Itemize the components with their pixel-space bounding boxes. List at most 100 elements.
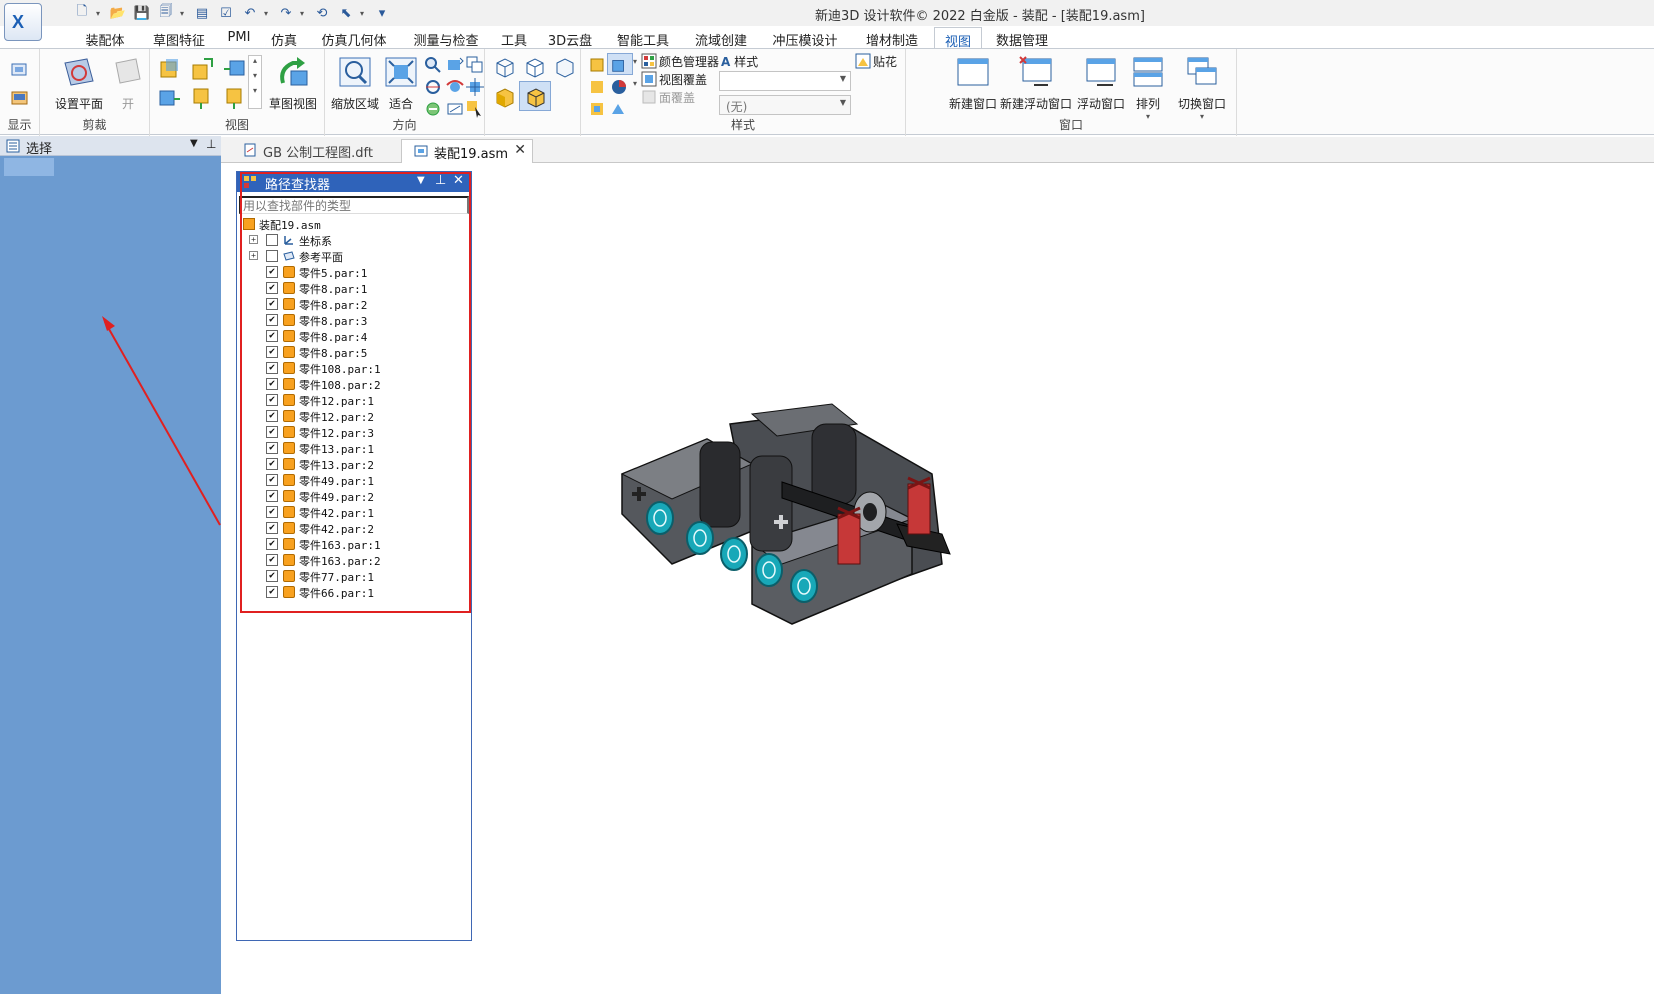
open-icon[interactable]: 📂 bbox=[108, 4, 128, 22]
sketch-view-button[interactable]: 草图视图 bbox=[262, 55, 324, 112]
tab-tools[interactable]: 工具 bbox=[492, 27, 536, 49]
open-clip-button[interactable]: 开 bbox=[110, 55, 146, 112]
decal-icon[interactable] bbox=[855, 53, 871, 69]
view-style-button[interactable] bbox=[607, 53, 633, 75]
shaded-icon[interactable] bbox=[493, 85, 517, 109]
tree-item-part[interactable]: ✔ 零件108.par:2 bbox=[239, 376, 471, 392]
tab-smart-tools[interactable]: 智能工具 bbox=[604, 27, 682, 49]
style-secondary-dropdown[interactable]: (无) ▼ bbox=[719, 95, 851, 115]
chevron-down-icon[interactable]: ▾ bbox=[264, 9, 272, 18]
spin-icon[interactable] bbox=[445, 77, 465, 97]
decal-label[interactable]: 贴花 bbox=[873, 53, 897, 70]
tab-simulation[interactable]: 仿真 bbox=[260, 27, 308, 49]
visibility-checkbox[interactable]: ✔ bbox=[266, 522, 278, 534]
chevron-down-icon[interactable]: ▾ bbox=[360, 9, 368, 18]
3d-viewport[interactable] bbox=[472, 164, 1654, 994]
save-icon[interactable]: 💾 bbox=[132, 4, 152, 22]
copy-view-icon[interactable] bbox=[465, 55, 485, 75]
visibility-checkbox[interactable]: ✔ bbox=[266, 458, 278, 470]
tab-assembly[interactable]: 装配体 bbox=[70, 27, 140, 49]
properties-icon[interactable]: ▤ bbox=[192, 4, 212, 22]
select-icon[interactable]: ⬉ bbox=[336, 4, 356, 22]
tab-sketch-features[interactable]: 草图特征 bbox=[140, 27, 218, 49]
tree-item-part[interactable]: ✔ 零件42.par:1 bbox=[239, 504, 471, 520]
view-left-icon[interactable] bbox=[158, 87, 182, 111]
display-panel-icon[interactable] bbox=[10, 89, 30, 109]
tree-folder-reference-planes[interactable]: + 参考平面 bbox=[239, 248, 471, 264]
tab-die-design[interactable]: 冲压模设计 bbox=[760, 27, 850, 49]
visibility-checkbox[interactable]: ✔ bbox=[266, 362, 278, 374]
tree-item-part[interactable]: ✔ 零件12.par:3 bbox=[239, 424, 471, 440]
tree-item-part[interactable]: ✔ 零件13.par:2 bbox=[239, 456, 471, 472]
chevron-down-icon[interactable]: ▾ bbox=[180, 9, 188, 18]
tab-data-management[interactable]: 数据管理 bbox=[982, 27, 1062, 49]
tab-additive[interactable]: 增材制造 bbox=[850, 27, 934, 49]
render-icon[interactable] bbox=[587, 55, 607, 75]
tree-item-part[interactable]: ✔ 零件77.par:1 bbox=[239, 568, 471, 584]
customize-icon[interactable]: ▾ bbox=[372, 4, 392, 22]
visibility-checkbox[interactable]: ✔ bbox=[266, 266, 278, 278]
chevron-down-icon[interactable]: ▾ bbox=[633, 79, 637, 88]
save-all-icon[interactable]: 🗐 bbox=[156, 4, 176, 22]
expand-icon[interactable]: ▾ bbox=[249, 86, 261, 95]
view-override-label[interactable]: 视图覆盖 bbox=[659, 71, 707, 88]
chevron-down-icon[interactable]: ▾ bbox=[300, 9, 308, 18]
tab-measure-inspect[interactable]: 测量与检查 bbox=[400, 27, 492, 49]
tree-item-part[interactable]: ✔ 零件12.par:1 bbox=[239, 392, 471, 408]
orbit-icon[interactable] bbox=[465, 77, 485, 97]
tree-item-part[interactable]: ✔ 零件8.par:1 bbox=[239, 280, 471, 296]
close-icon[interactable]: ✕ bbox=[453, 173, 464, 188]
tree-folder-coordinate-systems[interactable]: + 坐标系 bbox=[239, 232, 471, 248]
zoom-area-button[interactable]: 缩放区域 bbox=[327, 55, 383, 112]
new-icon[interactable]: 🗋 bbox=[72, 4, 92, 22]
visibility-checkbox[interactable] bbox=[266, 234, 278, 246]
chevron-down-icon[interactable]: ▾ bbox=[96, 9, 104, 18]
visibility-checkbox[interactable]: ✔ bbox=[266, 410, 278, 422]
tree-item-part[interactable]: ✔ 零件49.par:1 bbox=[239, 472, 471, 488]
color-manager-label[interactable]: 颜色管理器 bbox=[659, 53, 719, 70]
visibility-checkbox[interactable] bbox=[266, 250, 278, 262]
visibility-checkbox[interactable]: ✔ bbox=[266, 554, 278, 566]
tree-item-part[interactable]: ✔ 零件5.par:1 bbox=[239, 264, 471, 280]
floating-window-button[interactable]: 浮动窗口 bbox=[1074, 55, 1128, 112]
chevron-down-icon[interactable]: ▾ bbox=[633, 57, 637, 66]
visibility-checkbox[interactable]: ✔ bbox=[266, 378, 278, 390]
color-manager-icon[interactable] bbox=[641, 53, 657, 69]
view-front-icon[interactable] bbox=[158, 57, 182, 81]
repeat-icon[interactable]: ⟲ bbox=[312, 4, 332, 22]
path-finder-search-input[interactable] bbox=[239, 196, 469, 214]
zoom-icon[interactable] bbox=[423, 55, 443, 75]
view-override-icon[interactable] bbox=[641, 71, 657, 87]
visibility-checkbox[interactable]: ✔ bbox=[266, 506, 278, 518]
visibility-checkbox[interactable]: ✔ bbox=[266, 474, 278, 486]
view-top-icon[interactable] bbox=[190, 57, 214, 81]
visibility-checkbox[interactable]: ✔ bbox=[266, 442, 278, 454]
pin-icon[interactable]: ⊥ bbox=[206, 137, 216, 151]
visible-edges-icon[interactable] bbox=[553, 55, 577, 79]
view-gallery-scroll[interactable]: ▴ ▾ ▾ bbox=[248, 55, 262, 109]
visibility-checkbox[interactable]: ✔ bbox=[266, 298, 278, 310]
lighting-icon[interactable] bbox=[609, 77, 629, 97]
tree-item-part[interactable]: ✔ 零件49.par:2 bbox=[239, 488, 471, 504]
visibility-checkbox[interactable]: ✔ bbox=[266, 490, 278, 502]
style-dropdown[interactable]: ▼ bbox=[719, 71, 851, 91]
tab-view[interactable]: 视图 bbox=[934, 27, 982, 50]
tree-item-part[interactable]: ✔ 零件8.par:5 bbox=[239, 344, 471, 360]
view-bottom-icon[interactable] bbox=[190, 87, 214, 111]
tree-item-part[interactable]: ✔ 零件108.par:1 bbox=[239, 360, 471, 376]
tree-item-part[interactable]: ✔ 零件66.par:1 bbox=[239, 584, 471, 600]
rotate-view-icon[interactable] bbox=[423, 77, 443, 97]
tab-3d-cloud[interactable]: 3D云盘 bbox=[536, 27, 604, 49]
expand-icon[interactable]: + bbox=[249, 251, 258, 260]
app-logo-button[interactable]: X bbox=[4, 3, 42, 41]
tree-item-part[interactable]: ✔ 零件163.par:2 bbox=[239, 552, 471, 568]
tree-item-part[interactable]: ✔ 零件13.par:1 bbox=[239, 440, 471, 456]
visibility-checkbox[interactable]: ✔ bbox=[266, 586, 278, 598]
tree-item-part[interactable]: ✔ 零件8.par:3 bbox=[239, 312, 471, 328]
fit-button[interactable]: 适合 bbox=[381, 55, 421, 112]
hidden-lines-icon[interactable] bbox=[523, 55, 547, 79]
set-plane-button[interactable]: 设置平面 bbox=[46, 55, 112, 112]
selection-highlight[interactable] bbox=[4, 158, 54, 176]
tree-root[interactable]: 装配19.asm bbox=[239, 216, 471, 232]
switch-window-button[interactable]: 切换窗口 ▾ bbox=[1172, 55, 1232, 121]
